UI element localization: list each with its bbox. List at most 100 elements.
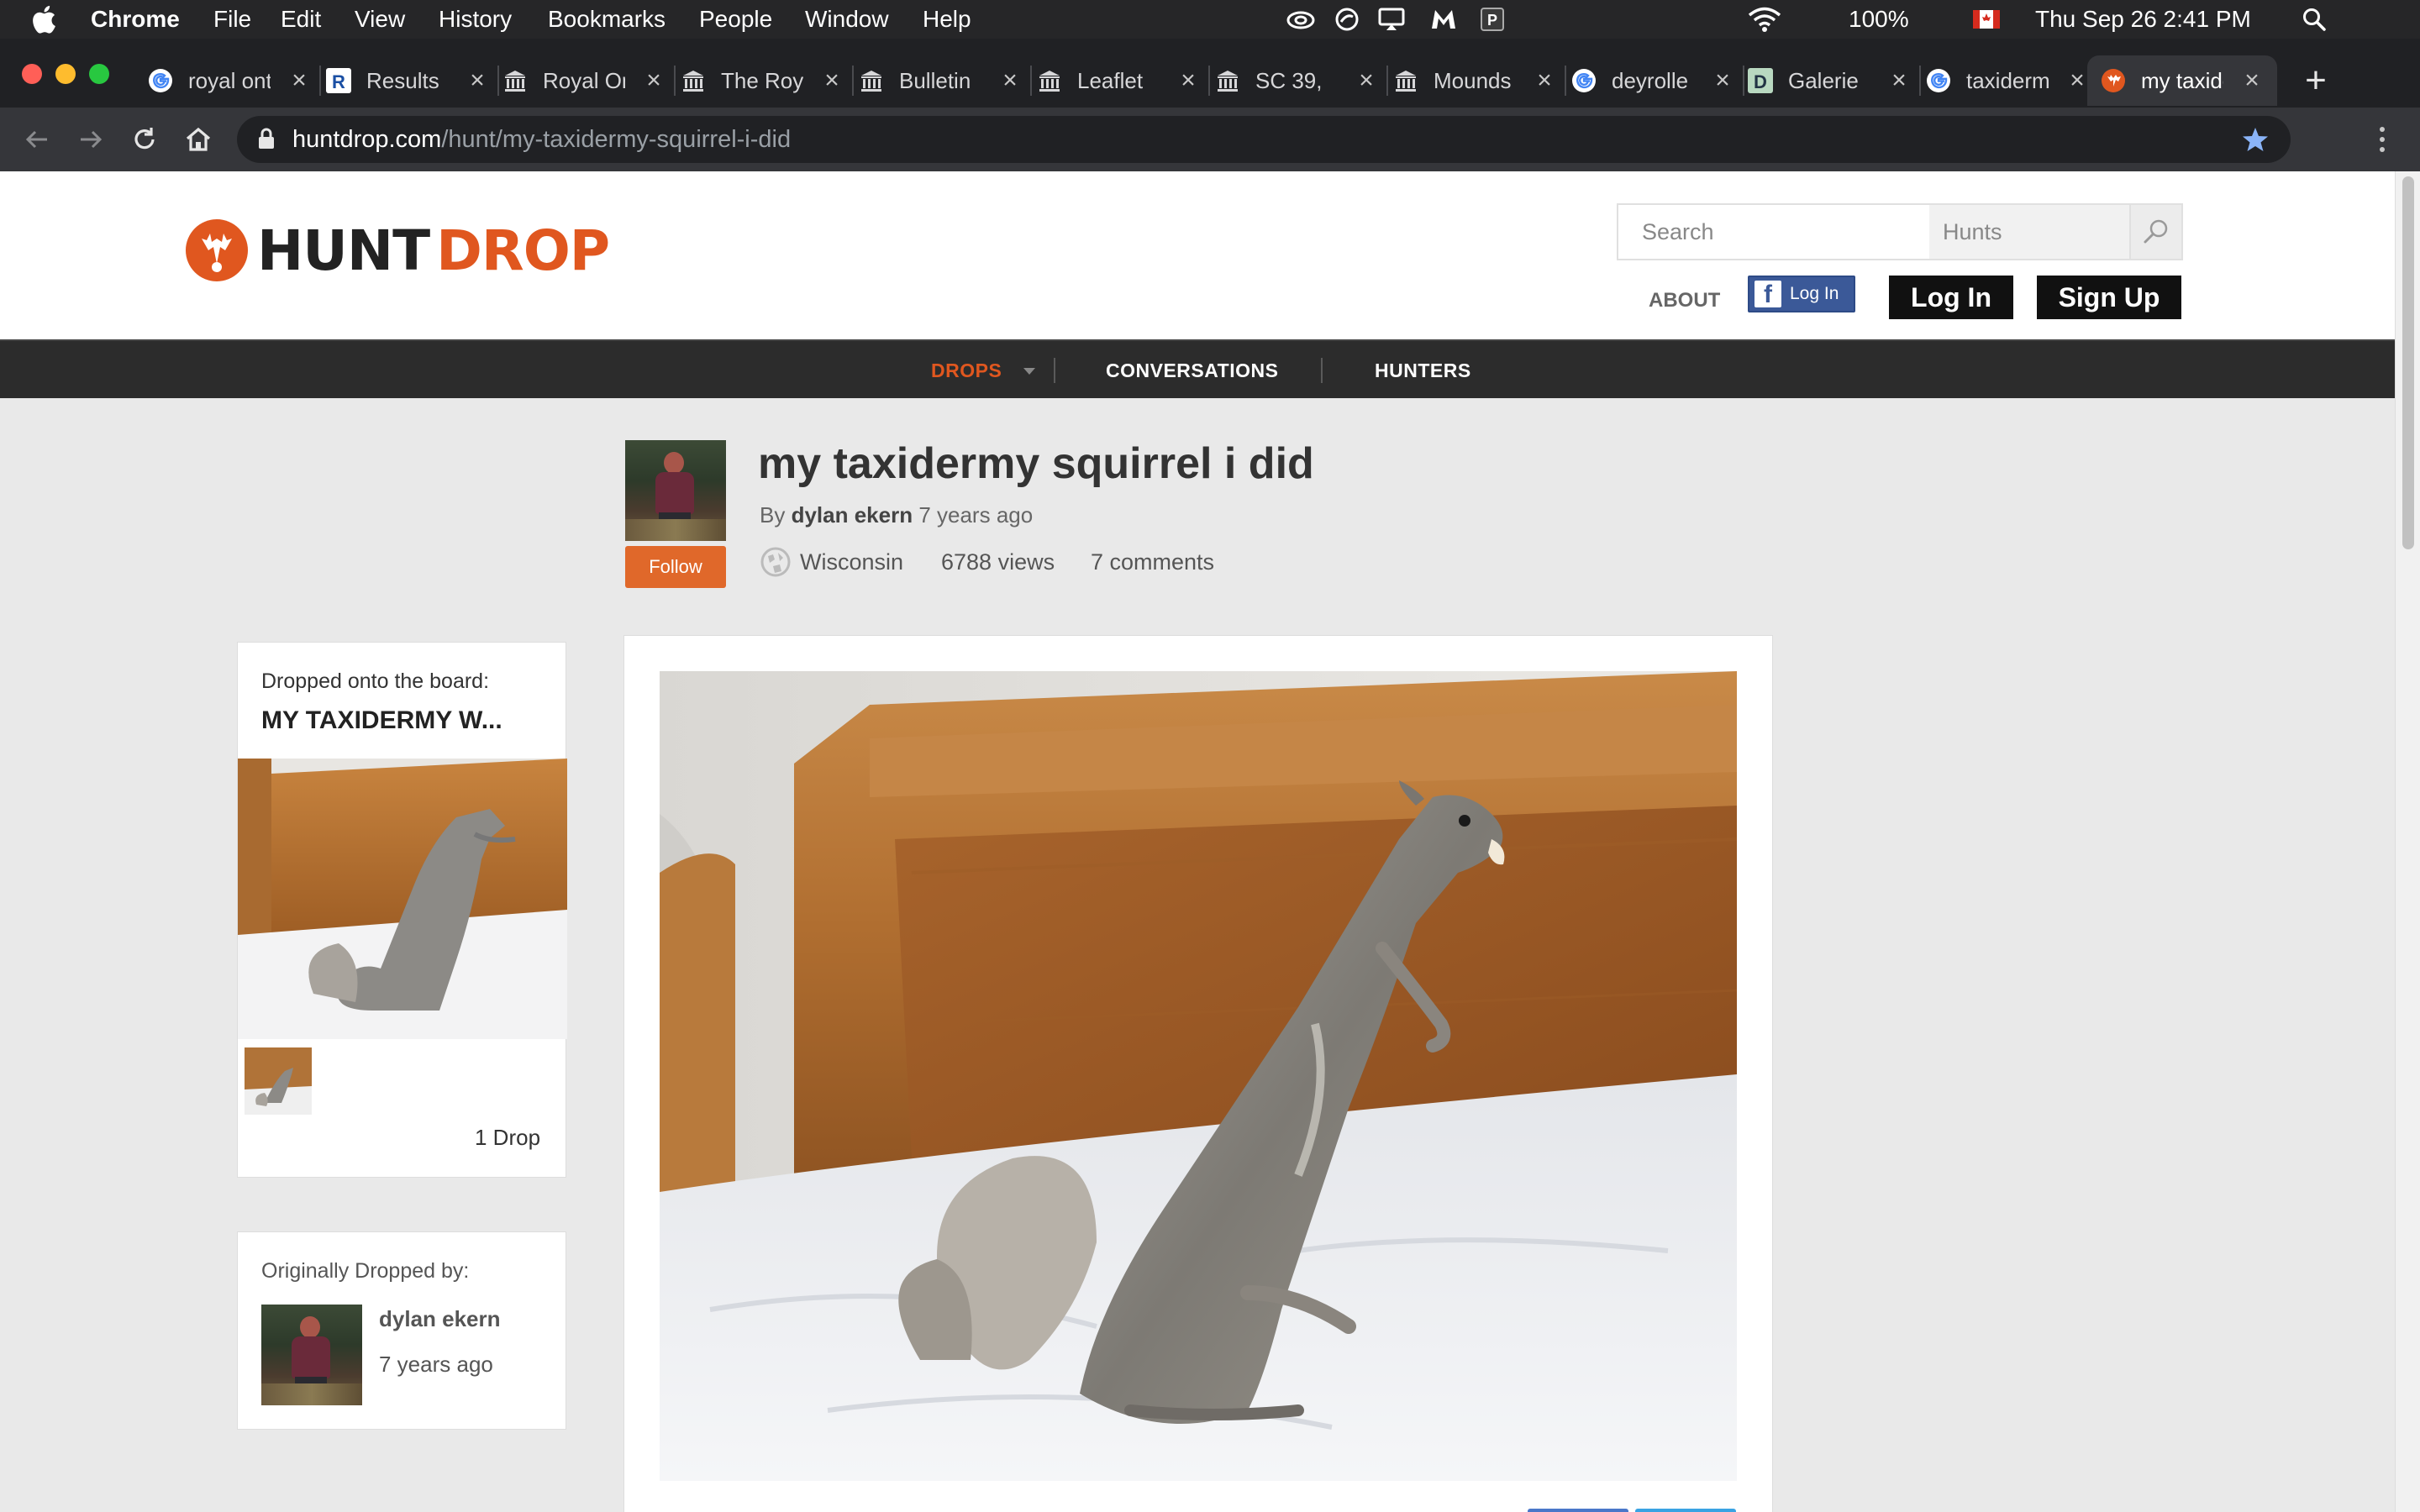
r-icon: R [326, 68, 351, 93]
museum-icon [681, 68, 706, 93]
browser-tab[interactable]: The Royal × [681, 55, 847, 106]
tab-active[interactable]: my taxidermy × [2087, 55, 2277, 106]
tab-close-icon[interactable]: × [2237, 66, 2267, 96]
menu-window[interactable]: Window [805, 7, 889, 32]
menu-file[interactable]: File [213, 7, 251, 32]
chrome-menu-icon[interactable] [2368, 121, 2396, 158]
nav-divider [1321, 358, 1323, 383]
tab-close-icon[interactable]: × [1351, 66, 1381, 96]
tab-label: Bulletin [899, 67, 971, 93]
drops-dropdown-icon[interactable] [1023, 368, 1035, 375]
original-dropper-avatar[interactable] [261, 1305, 362, 1405]
url-path: /hunt/my-taxidermy-squirrel-i-did [441, 126, 792, 153]
nav-conversations[interactable]: CONVERSATIONS [1106, 360, 1278, 382]
spotlight-search-icon[interactable] [2299, 5, 2329, 34]
tab-label: my taxidermy [2141, 67, 2223, 93]
tab-close-icon[interactable]: × [817, 66, 847, 96]
browser-tab[interactable]: Leaflet × [1037, 55, 1203, 106]
logo-text-drop: DROP [436, 218, 610, 283]
browser-tab[interactable]: taxidermy× [1926, 55, 2092, 106]
post-comments[interactable]: 7 comments [1091, 549, 1214, 575]
window-zoom-button[interactable] [89, 64, 109, 84]
new-tab-button[interactable]: + [2296, 60, 2336, 101]
url-text[interactable]: huntdrop.com/hunt/my-taxidermy-squirrel-… [292, 126, 791, 154]
p-app-icon[interactable]: P [1477, 5, 1507, 34]
tab-close-icon[interactable]: × [1884, 66, 1914, 96]
malwarebytes-icon[interactable] [1427, 5, 1460, 34]
share-button-partial[interactable] [1635, 1509, 1736, 1512]
menu-people[interactable]: People [699, 7, 772, 32]
share-button-partial[interactable] [1528, 1509, 1628, 1512]
window-close-button[interactable] [22, 64, 42, 84]
signup-button[interactable]: Sign Up [2037, 276, 2181, 319]
tab-close-icon[interactable]: × [639, 66, 669, 96]
address-bar[interactable]: huntdrop.com/hunt/my-taxidermy-squirrel-… [237, 116, 2291, 163]
tab-close-icon[interactable]: × [1173, 66, 1203, 96]
clock[interactable]: Thu Sep 26 2:41 PM [2035, 7, 2251, 32]
facebook-login-button[interactable]: f Log In [1748, 276, 1855, 312]
browser-tab[interactable]: royal ontario museum × [148, 55, 314, 106]
display-icon[interactable] [1375, 5, 1408, 34]
window-minimize-button[interactable] [55, 64, 76, 84]
tab-close-icon[interactable]: × [462, 66, 492, 96]
apple-icon[interactable] [32, 3, 60, 35]
facebook-login-label: Log In [1790, 284, 1839, 303]
browser-tab[interactable]: deyrolle × [1571, 55, 1738, 106]
tab-close-icon[interactable]: × [995, 66, 1025, 96]
wifi-icon[interactable] [1746, 5, 1783, 34]
login-button[interactable]: Log In [1889, 276, 2013, 319]
browser-tab[interactable]: Royal Ontario × [502, 55, 669, 106]
nav-hunters[interactable]: HUNTERS [1375, 360, 1471, 382]
author-avatar[interactable] [625, 440, 726, 541]
browser-tab[interactable]: Bulletin × [859, 55, 1025, 106]
page-scrollbar[interactable] [2395, 171, 2420, 1512]
menu-app-name[interactable]: Chrome [91, 7, 180, 32]
bookmark-star-icon[interactable] [2238, 123, 2272, 156]
browser-tab[interactable]: D Galerie × [1748, 55, 1914, 106]
board-cover-image[interactable] [238, 759, 567, 1039]
tab-label: Royal Ontario [543, 67, 625, 93]
menu-edit[interactable]: Edit [281, 7, 321, 32]
tab-close-icon[interactable]: × [1529, 66, 1560, 96]
nav-drops[interactable]: DROPS [931, 360, 1002, 382]
post-location[interactable]: Wisconsin [800, 549, 903, 575]
scrollbar-thumb[interactable] [2402, 176, 2414, 549]
nav-divider [1054, 358, 1055, 383]
browser-tab[interactable]: Mounds × [1393, 55, 1560, 106]
board-thumbnail[interactable] [245, 1047, 312, 1115]
battery-percent[interactable]: 100% [1849, 7, 1909, 32]
follow-button[interactable]: Follow [625, 546, 726, 588]
browser-tab[interactable]: R Results × [326, 55, 492, 106]
home-icon[interactable] [178, 119, 218, 160]
facebook-icon: f [1754, 281, 1781, 307]
about-link[interactable]: ABOUT [1649, 289, 1720, 312]
post-image[interactable] [660, 671, 1737, 1481]
forward-icon[interactable] [71, 119, 111, 160]
board-name[interactable]: MY TAXIDERMY W... [261, 706, 502, 735]
tab-close-icon[interactable]: × [1707, 66, 1738, 96]
browser-tab[interactable]: SC 39, × [1215, 55, 1381, 106]
search-button[interactable] [2129, 205, 2181, 259]
tab-label: Mounds [1434, 67, 1512, 93]
back-icon[interactable] [17, 119, 57, 160]
svg-text:P: P [1487, 12, 1497, 29]
tab-separator [852, 66, 854, 96]
menu-view[interactable]: View [355, 7, 405, 32]
tab-close-icon[interactable]: × [284, 66, 314, 96]
original-dropper-name[interactable]: dylan ekern [379, 1306, 501, 1332]
menu-help[interactable]: Help [923, 7, 971, 32]
museum-icon [1215, 68, 1240, 93]
search-input[interactable]: Search [1618, 205, 1929, 259]
tab-separator [1919, 66, 1921, 96]
menu-history[interactable]: History [439, 7, 512, 32]
author-link[interactable]: dylan ekern [792, 502, 913, 528]
huntdrop-logo[interactable]: HUNT DROP [183, 213, 610, 287]
canada-flag-icon[interactable] [1971, 5, 2002, 34]
creative-cloud-icon[interactable] [1284, 5, 1318, 34]
search-scope-select[interactable]: Hunts [1929, 205, 2129, 259]
reload-icon[interactable] [124, 119, 165, 160]
deer-logo-icon [186, 219, 248, 281]
original-dropper-card: Originally Dropped by: dylan ekern 7 yea… [237, 1231, 566, 1430]
menu-bookmarks[interactable]: Bookmarks [548, 7, 666, 32]
sync-icon[interactable] [1333, 5, 1361, 34]
